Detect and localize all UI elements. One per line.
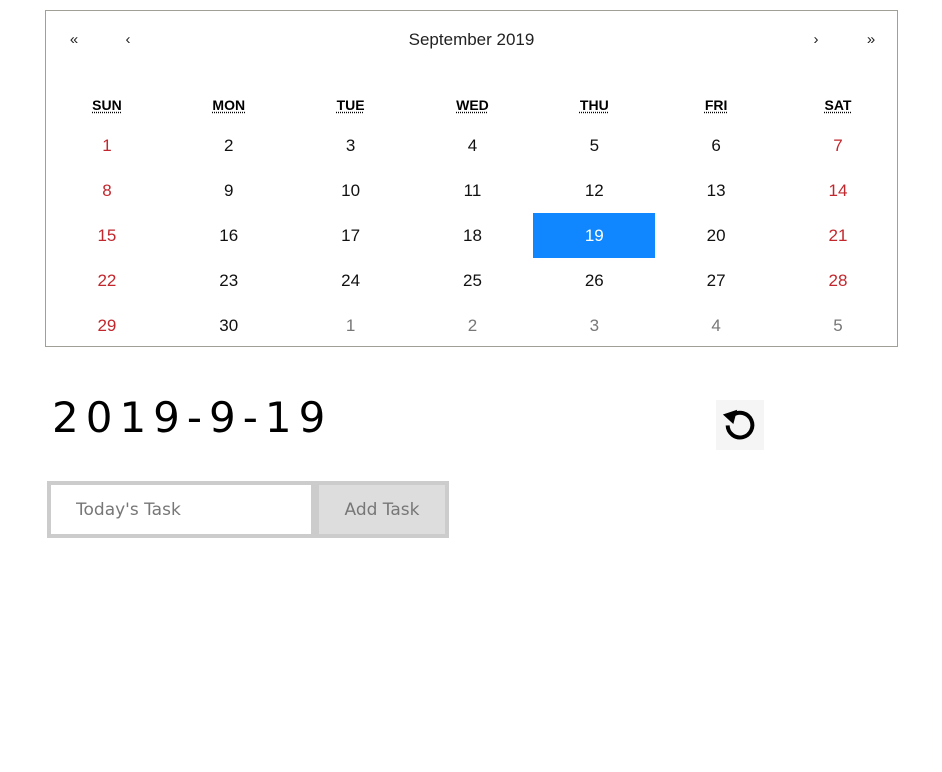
day-tile[interactable]: 30	[168, 303, 290, 348]
day-tile[interactable]: 29	[46, 303, 168, 348]
day-tile[interactable]: 1	[46, 123, 168, 168]
weekday-mon: MON	[168, 93, 290, 117]
day-tile[interactable]: 4	[655, 303, 777, 348]
month-label[interactable]: September 2019	[403, 29, 541, 51]
day-tile[interactable]: 15	[46, 213, 168, 258]
day-tile[interactable]: 4	[412, 123, 534, 168]
weekday-label: SUN	[92, 97, 122, 113]
day-tile[interactable]: 5	[533, 123, 655, 168]
month-label-container: September 2019	[46, 29, 897, 51]
day-tile[interactable]: 6	[655, 123, 777, 168]
calendar-navigation: « ‹ September 2019 › »	[46, 11, 897, 69]
day-tile[interactable]: 2	[168, 123, 290, 168]
weekday-label: TUE	[336, 97, 365, 113]
day-tile[interactable]: 25	[412, 258, 534, 303]
day-tile[interactable]: 16	[168, 213, 290, 258]
selected-date-display: 2019-9-19	[52, 393, 333, 442]
weekday-thu: THU	[533, 93, 655, 117]
task-input[interactable]	[51, 485, 311, 534]
day-tile[interactable]: 11	[412, 168, 534, 213]
month-days-grid: 1 2 3 4 5 6 7 8 9 10 11 12 13 14 15 16 17 18 19 20 21 22 23 24 2…	[46, 123, 897, 348]
day-tile[interactable]: 26	[533, 258, 655, 303]
day-tile[interactable]: 7	[777, 123, 899, 168]
day-tile[interactable]: 10	[290, 168, 412, 213]
day-tile-selected[interactable]: 19	[533, 213, 656, 258]
day-tile[interactable]: 17	[290, 213, 412, 258]
weekday-label: MON	[212, 97, 246, 113]
day-tile[interactable]: 12	[533, 168, 655, 213]
day-tile[interactable]: 13	[655, 168, 777, 213]
weekday-label: FRI	[704, 97, 728, 113]
weekday-label: WED	[456, 97, 489, 113]
day-tile[interactable]: 27	[655, 258, 777, 303]
next-month-button[interactable]: ›	[801, 29, 831, 51]
day-tile[interactable]: 22	[46, 258, 168, 303]
task-form: Add Task	[47, 481, 449, 538]
day-tile[interactable]: 1	[290, 303, 412, 348]
day-tile[interactable]: 9	[168, 168, 290, 213]
day-tile[interactable]: 3	[533, 303, 655, 348]
weekday-tue: TUE	[290, 93, 412, 117]
day-tile[interactable]: 24	[290, 258, 412, 303]
refresh-icon	[721, 406, 759, 444]
weekday-label: THU	[579, 97, 609, 113]
add-task-button[interactable]: Add Task	[319, 485, 445, 534]
weekday-wed: WED	[412, 93, 534, 117]
day-tile[interactable]: 2	[412, 303, 534, 348]
day-tile[interactable]: 21	[777, 213, 899, 258]
day-tile[interactable]: 18	[412, 213, 534, 258]
weekday-fri: FRI	[655, 93, 777, 117]
day-tile[interactable]: 14	[777, 168, 899, 213]
weekday-label: SAT	[824, 97, 852, 113]
day-tile[interactable]: 20	[655, 213, 777, 258]
day-tile[interactable]: 28	[777, 258, 899, 303]
next-year-button[interactable]: »	[856, 29, 886, 51]
day-tile[interactable]: 23	[168, 258, 290, 303]
weekday-sat: SAT	[777, 93, 899, 117]
calendar: « ‹ September 2019 › » SUN MON TUE WED THU FR…	[45, 10, 898, 347]
day-tile[interactable]: 3	[290, 123, 412, 168]
reset-button[interactable]	[716, 400, 764, 450]
weekday-header: SUN MON TUE WED THU FRI SAT	[46, 93, 897, 117]
day-tile[interactable]: 5	[777, 303, 899, 348]
day-tile[interactable]: 8	[46, 168, 168, 213]
weekday-sun: SUN	[46, 93, 168, 117]
